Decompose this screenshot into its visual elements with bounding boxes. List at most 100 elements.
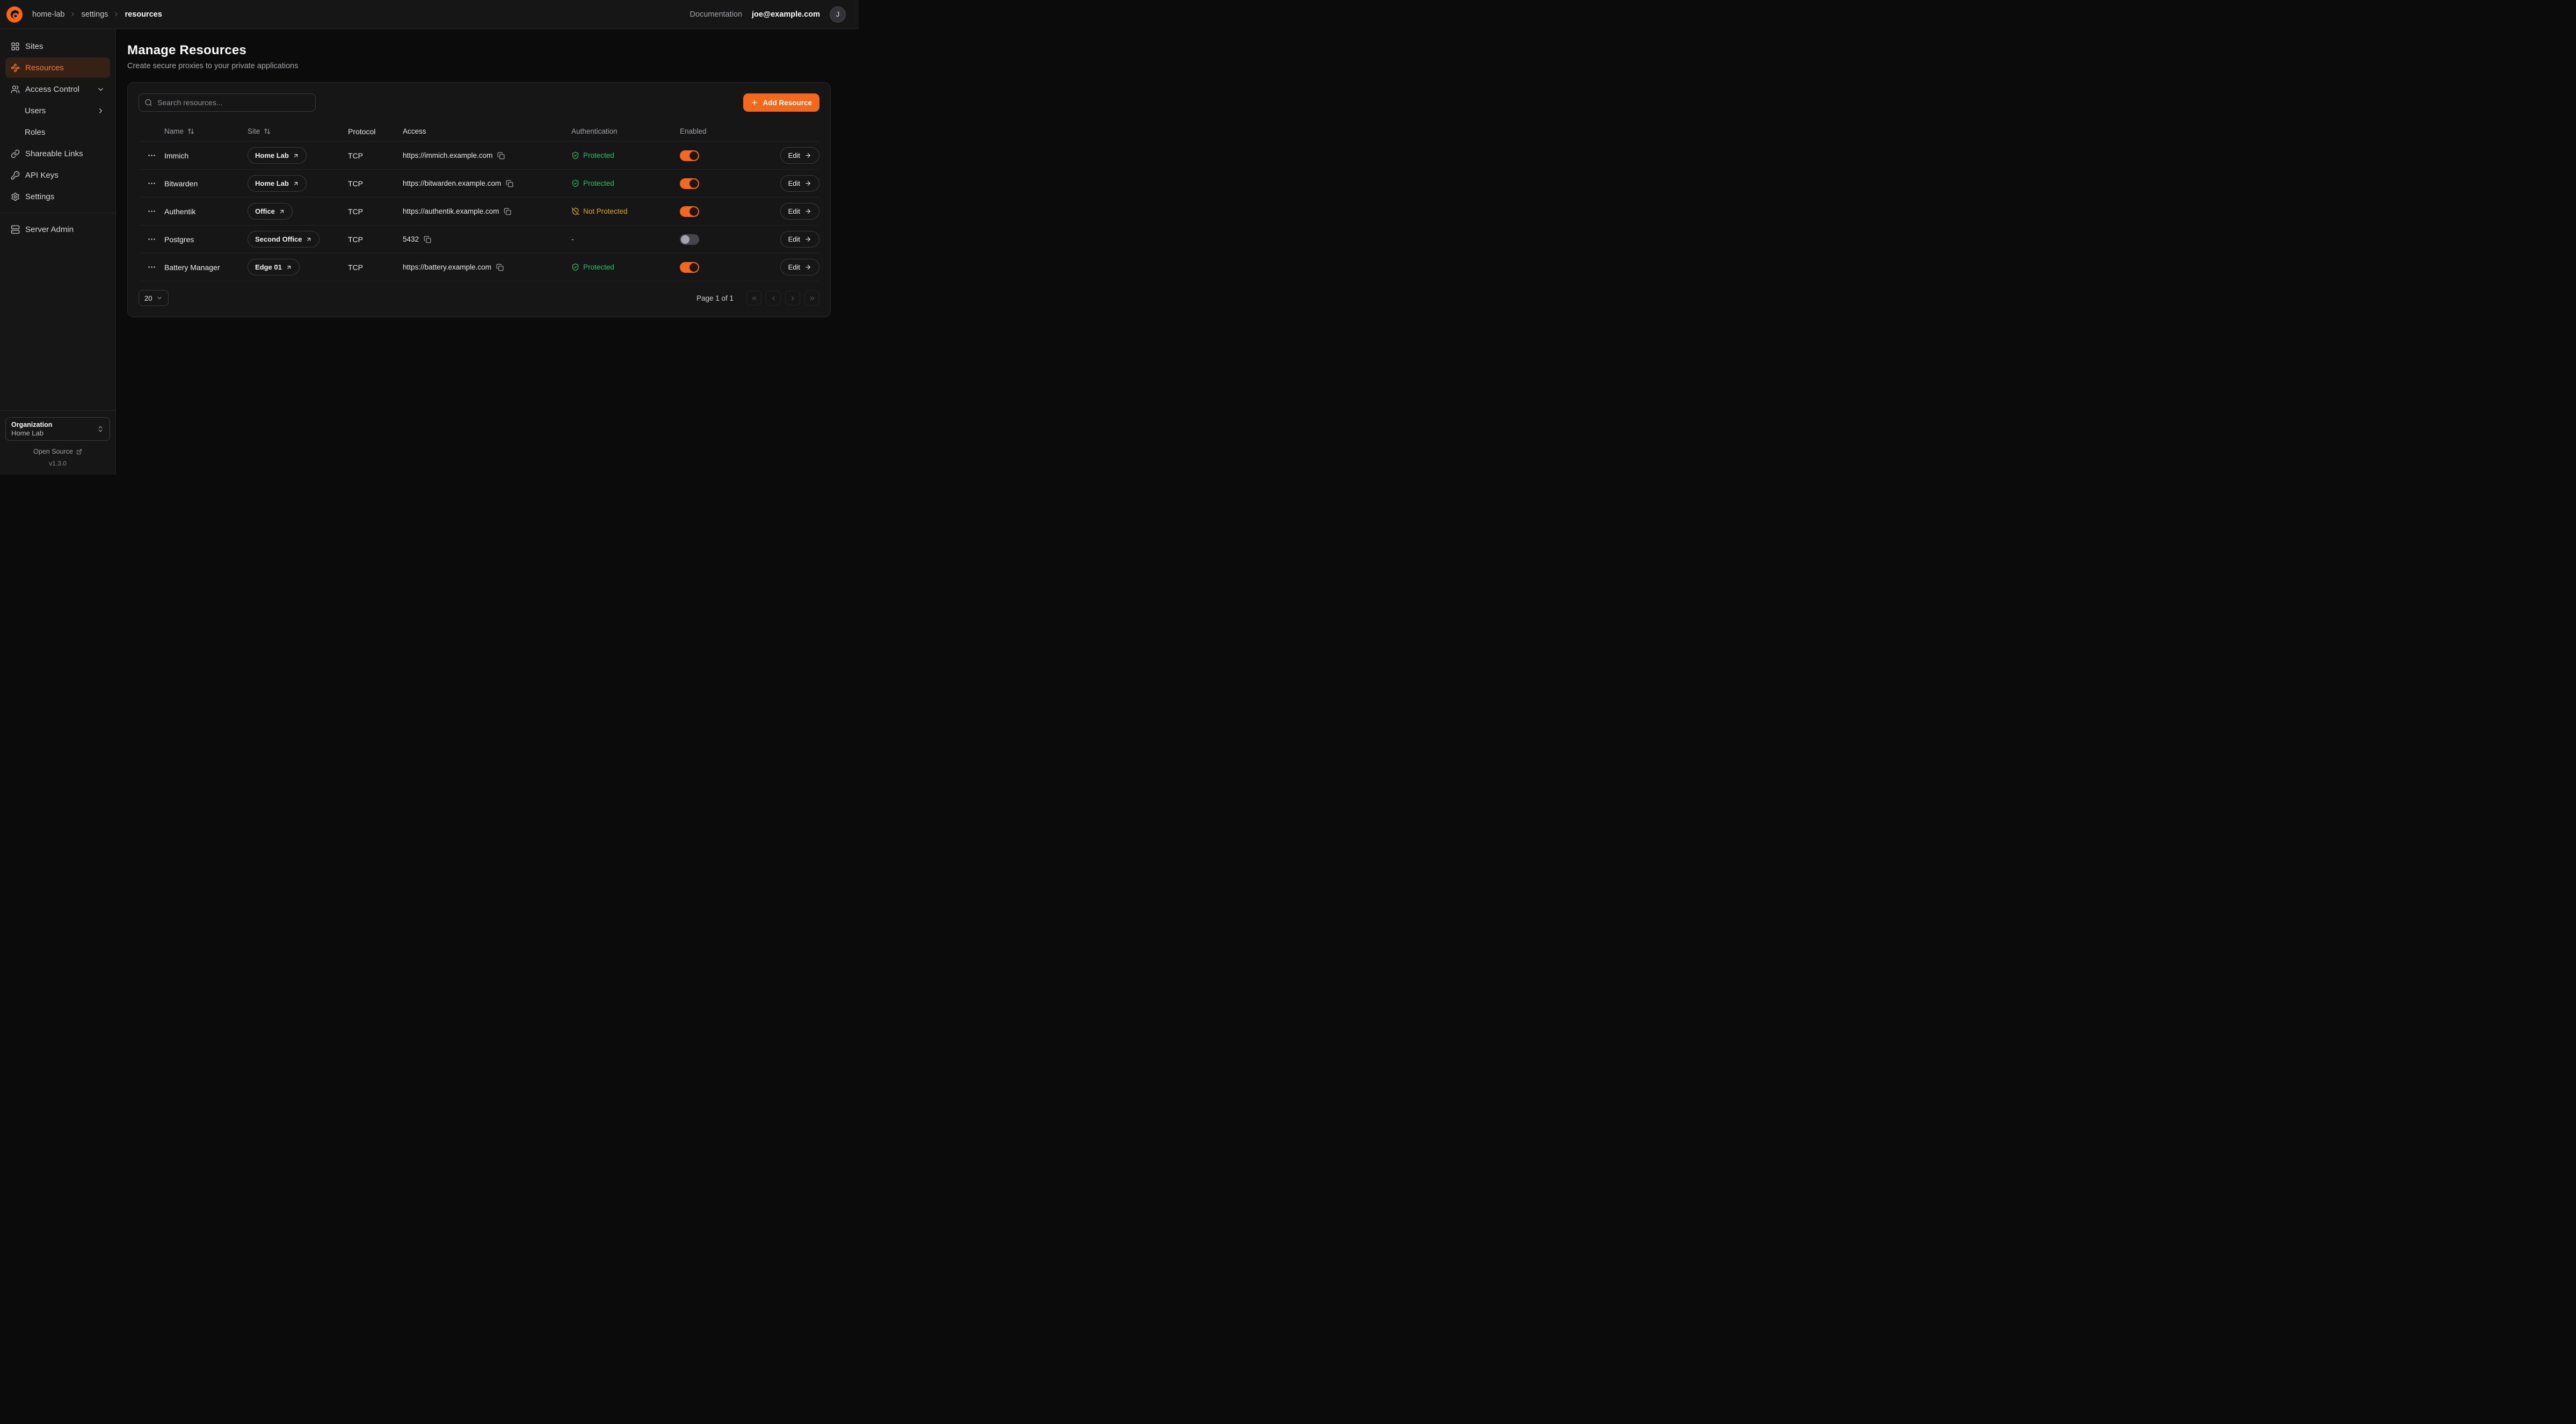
sidebar-item-label: API Keys [25, 171, 59, 180]
enabled-toggle[interactable] [680, 150, 699, 161]
table-row: Authentik Office TCP https://authentik.e… [139, 198, 819, 226]
copy-button[interactable] [496, 264, 504, 271]
pager: Page 1 of 1 [696, 290, 819, 306]
edit-button[interactable]: Edit [780, 203, 819, 220]
enabled-toggle[interactable] [680, 206, 699, 217]
protocol-value: TCP [348, 151, 403, 160]
first-page-button[interactable] [746, 290, 761, 306]
arrow-up-right-icon [279, 208, 285, 215]
page-title: Manage Resources [127, 43, 831, 58]
enabled-toggle[interactable] [680, 234, 699, 245]
resource-name: Postgres [164, 235, 248, 244]
more-horizontal-icon [147, 263, 156, 272]
resource-name: Bitwarden [164, 179, 248, 188]
last-page-button[interactable] [804, 290, 819, 306]
app-root: home-lab settings resources Documentatio… [0, 0, 859, 475]
auth-status: Protected [571, 263, 680, 271]
sidebar-item-access-control[interactable]: Access Control [5, 79, 110, 99]
edit-button[interactable]: Edit [780, 259, 819, 275]
copy-button[interactable] [506, 180, 513, 187]
version-label: v1.3.0 [5, 460, 110, 467]
chevron-down-icon [156, 295, 163, 301]
site-link[interactable]: Home Lab [248, 175, 307, 192]
copy-button[interactable] [497, 152, 505, 159]
organization-value: Home Lab [11, 429, 52, 437]
breadcrumb-resources[interactable]: resources [125, 10, 162, 19]
site-name: Edge 01 [255, 263, 282, 271]
site-link[interactable]: Edge 01 [248, 259, 300, 275]
sort-icon [264, 128, 271, 135]
avatar-initial: J [836, 10, 840, 18]
app-logo[interactable] [6, 6, 23, 23]
search-icon [144, 99, 153, 107]
page-size-select[interactable]: 20 [139, 290, 169, 306]
breadcrumb-settings[interactable]: settings [81, 10, 108, 19]
auth-label: Protected [583, 179, 614, 187]
arrow-right-icon [804, 180, 811, 187]
chevrons-right-icon [809, 295, 816, 302]
enabled-toggle[interactable] [680, 178, 699, 189]
search-input[interactable] [139, 93, 316, 112]
edit-button[interactable]: Edit [780, 231, 819, 248]
copy-icon [506, 180, 513, 187]
edit-button[interactable]: Edit [780, 147, 819, 164]
row-actions-button[interactable] [147, 207, 156, 216]
auth-status: - [571, 235, 680, 243]
resource-name: Immich [164, 151, 248, 160]
add-resource-button[interactable]: Add Resource [743, 93, 819, 112]
sort-authentication-button[interactable]: Authentication [571, 127, 618, 135]
sort-site-button[interactable]: Site [248, 127, 271, 135]
breadcrumb-home-lab[interactable]: home-lab [32, 10, 64, 19]
edit-label: Edit [788, 207, 800, 215]
organization-texts: Organization Home Lab [11, 421, 52, 437]
access-url: https://immich.example.com [403, 151, 492, 159]
prev-page-button[interactable] [766, 290, 781, 306]
next-page-button[interactable] [785, 290, 800, 306]
chevron-down-icon [97, 85, 105, 93]
open-source-link[interactable]: Open Source [5, 448, 110, 455]
table-row: Battery Manager Edge 01 TCP https://batt… [139, 253, 819, 281]
row-actions-button[interactable] [147, 179, 156, 188]
edit-button[interactable]: Edit [780, 175, 819, 192]
sidebar-item-settings[interactable]: Settings [5, 186, 110, 207]
sidebar-item-label: Sites [25, 42, 43, 51]
copy-button[interactable] [424, 236, 431, 243]
sort-name-button[interactable]: Name [164, 127, 194, 135]
resource-name: Battery Manager [164, 263, 248, 272]
row-actions-button[interactable] [147, 263, 156, 272]
row-actions-button[interactable] [147, 151, 156, 160]
row-actions-button[interactable] [147, 235, 156, 244]
page-subtitle: Create secure proxies to your private ap… [127, 62, 831, 70]
sidebar-item-users[interactable]: Users [5, 100, 110, 121]
site-link[interactable]: Second Office [248, 231, 320, 248]
organization-selector[interactable]: Organization Home Lab [5, 417, 110, 441]
enabled-toggle[interactable] [680, 262, 699, 273]
card-footer: 20 Page 1 of 1 [139, 290, 819, 306]
sidebar-item-server-admin[interactable]: Server Admin [5, 219, 110, 239]
user-email[interactable]: joe@example.com [752, 10, 820, 19]
sidebar-item-shareable-links[interactable]: Shareable Links [5, 143, 110, 164]
site-link[interactable]: Office [248, 203, 293, 220]
table-row: Postgres Second Office TCP 5432 - Edit [139, 226, 819, 253]
sidebar-item-sites[interactable]: Sites [5, 36, 110, 56]
sidebar-item-roles[interactable]: Roles [5, 122, 110, 142]
gear-icon [11, 192, 20, 201]
access-url: 5432 [403, 235, 419, 243]
site-name: Office [255, 207, 275, 215]
pangolin-logo-icon [6, 6, 23, 23]
sidebar-item-api-keys[interactable]: API Keys [5, 165, 110, 185]
sidebar-item-resources[interactable]: Resources [5, 57, 110, 78]
arrow-right-icon [804, 208, 811, 215]
shell: Sites Resources Access Control Users Rol… [0, 29, 859, 475]
sidebar-item-label: Server Admin [25, 225, 74, 234]
copy-button[interactable] [504, 208, 511, 215]
documentation-link[interactable]: Documentation [690, 10, 743, 19]
table-row: Immich Home Lab TCP https://immich.examp… [139, 142, 819, 170]
site-link[interactable]: Home Lab [248, 147, 307, 164]
column-header-protocol: Protocol [348, 127, 403, 136]
resources-card: Add Resource Name [127, 82, 831, 317]
avatar[interactable]: J [830, 6, 846, 23]
auth-label: - [571, 235, 574, 243]
column-header-name: Name [164, 127, 184, 135]
auth-label: Protected [583, 263, 614, 271]
